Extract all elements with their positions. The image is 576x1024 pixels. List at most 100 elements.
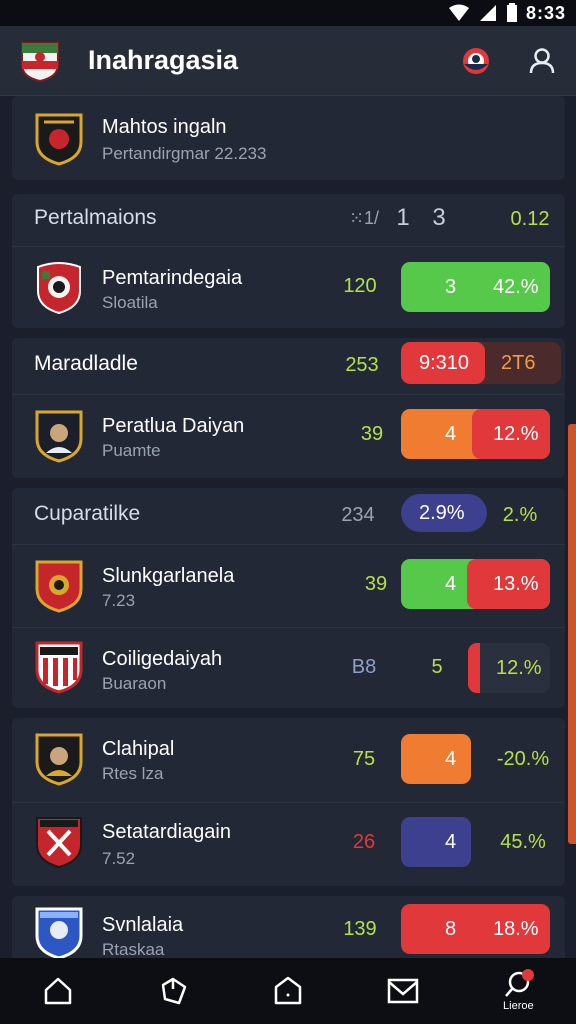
team-name: Peratlua Daiyan (102, 415, 245, 437)
battery-icon (506, 3, 517, 22)
team-row[interactable]: Coiligedaiyah Buaraon B8 5 12.% (12, 628, 565, 708)
pill-right-value: 2.% (502, 504, 538, 526)
pill-number: 4 (445, 830, 457, 853)
team-value: 139 (343, 918, 377, 940)
app-logo[interactable] (18, 39, 62, 83)
team-sub: Rtaskaa (102, 940, 165, 958)
team-name: Pemtarindegaia (102, 267, 243, 289)
pill-percent: 18.% (493, 917, 539, 940)
team-value: 75 (352, 748, 376, 770)
section-value: 253 (345, 354, 379, 376)
pill-number: 4 (445, 572, 457, 595)
stat-pill[interactable]: 4 13.% (401, 559, 550, 609)
stat-pill[interactable]: 9:310 2T6 (401, 342, 561, 384)
pill-number: 4 (445, 747, 457, 770)
header-col-2: 1 (396, 204, 410, 231)
section-label: Maradladle (34, 352, 138, 375)
featured-team-name: Mahtos ingaln (102, 116, 227, 138)
bottom-nav: Lieroe (0, 958, 576, 1024)
section-card-5: Svnlalaia Rtaskaa 139 8 18.% (12, 896, 565, 958)
stat-pill[interactable]: 4 (401, 817, 471, 867)
app-bar: Inahragasia (0, 26, 576, 96)
section-card-3: Cuparatilke 234 2.9% 2.% Slunkgarlanela … (12, 488, 565, 708)
team-crest-icon (35, 113, 83, 166)
nav-label: Lieroe (503, 1000, 534, 1012)
section-header-row: Pertalmaions ⁙1/ 1 3 0.12 (12, 194, 565, 246)
user-icon (529, 47, 555, 73)
signal-icon (479, 5, 496, 21)
pill-number: 4 (445, 422, 457, 445)
nav-tag[interactable] (143, 961, 203, 1021)
team-value: 39 (360, 423, 384, 445)
pill-fill (468, 643, 480, 693)
nav-search[interactable]: Lieroe (488, 961, 548, 1021)
pill-number: 5 (431, 656, 443, 678)
nav-messages[interactable] (373, 961, 433, 1021)
standings-list[interactable]: Mahtos ingaln Pertandirgmar 22.233 Perta… (0, 96, 576, 958)
team-crest-icon (35, 641, 83, 694)
team-sub: 7.23 (102, 591, 136, 610)
mail-icon (387, 978, 419, 1004)
team-row[interactable]: Peratlua Daiyan Puamte 39 4 12.% (12, 395, 565, 478)
header-col-4: 0.12 (510, 208, 550, 230)
team-crest-icon (35, 560, 83, 613)
nav-shield[interactable] (258, 961, 318, 1021)
stat-pill[interactable]: 4 (401, 734, 471, 784)
home-icon (44, 977, 71, 1005)
pill-percent: -20.% (496, 748, 550, 770)
team-row[interactable]: Clahipal Rtes lza 75 4 -20.% (12, 718, 565, 802)
app-title: Inahragasia (88, 45, 239, 75)
team-row[interactable]: Slunkgarlanela 7.23 39 4 13.% (12, 545, 565, 627)
team-crest-icon (35, 733, 83, 786)
pill-number: 3 (445, 275, 457, 298)
team-value: 26 (352, 831, 376, 853)
pill-percent: 13.% (493, 572, 539, 595)
header-col-3: 3 (432, 204, 446, 231)
team-crest-icon (35, 907, 83, 958)
team-name: Setatardiagain (102, 821, 231, 843)
club-badge-button[interactable] (460, 45, 492, 77)
scroll-indicator[interactable] (568, 424, 576, 844)
featured-match-card[interactable]: Mahtos ingaln Pertandirgmar 22.233 (12, 96, 565, 180)
team-value: 39 (364, 573, 388, 595)
team-name: Slunkgarlanela (102, 565, 235, 587)
team-sub: Rtes lza (102, 764, 164, 783)
nav-home[interactable] (28, 961, 88, 1021)
team-sub: Sloatila (102, 293, 158, 312)
section-header-row: Cuparatilke 234 2.9% 2.% (12, 488, 565, 542)
profile-button[interactable] (526, 45, 558, 77)
team-row[interactable]: Setatardiagain 7.52 26 4 45.% (12, 803, 565, 886)
section-label: Pertalmaions (34, 206, 157, 229)
wifi-icon (448, 4, 469, 21)
stat-pill[interactable]: 2.9% (401, 494, 487, 532)
stat-pill[interactable]: 3 42.% (401, 262, 550, 312)
team-sub: Buaraon (102, 674, 167, 693)
team-crest-icon (36, 817, 82, 869)
stat-pill[interactable]: 12.% (468, 643, 550, 693)
team-sub: Puamte (102, 441, 161, 460)
pill-left-value: 9:310 (419, 351, 470, 374)
team-row[interactable]: Svnlalaia Rtaskaa 139 8 18.% (12, 896, 565, 958)
shield-icon (274, 976, 302, 1005)
header-col-1: ⁙1/ (348, 208, 380, 228)
team-crest-icon (37, 262, 81, 315)
section-label: Cuparatilke (34, 502, 141, 525)
pill-percent: 42.% (493, 275, 539, 298)
team-row[interactable]: Pemtarindegaia Sloatila 120 3 42.% (12, 247, 565, 328)
stat-pill[interactable]: 4 12.% (401, 409, 550, 459)
team-value: 120 (343, 275, 377, 297)
pill-percent: 12.% (493, 422, 539, 445)
stat-pill[interactable]: 8 18.% (401, 904, 550, 954)
pill-right-value: 2T6 (501, 351, 536, 374)
team-name: Coiligedaiyah (102, 648, 223, 670)
tag-icon (161, 977, 187, 1005)
section-value: 234 (341, 504, 375, 526)
section-card-1: Pertalmaions ⁙1/ 1 3 0.12 Pemtarindegaia… (12, 194, 565, 328)
club-badge-icon (463, 47, 489, 74)
section-card-2: Maradladle 253 9:310 2T6 Peratlua Daiyan… (12, 338, 565, 478)
featured-team-sub: Pertandirgmar 22.233 (102, 144, 267, 163)
team-value: B8 (351, 656, 377, 678)
team-name: Clahipal (102, 738, 175, 760)
pill-percent: 12.% (496, 656, 542, 679)
status-time: 8:33 (525, 2, 566, 23)
